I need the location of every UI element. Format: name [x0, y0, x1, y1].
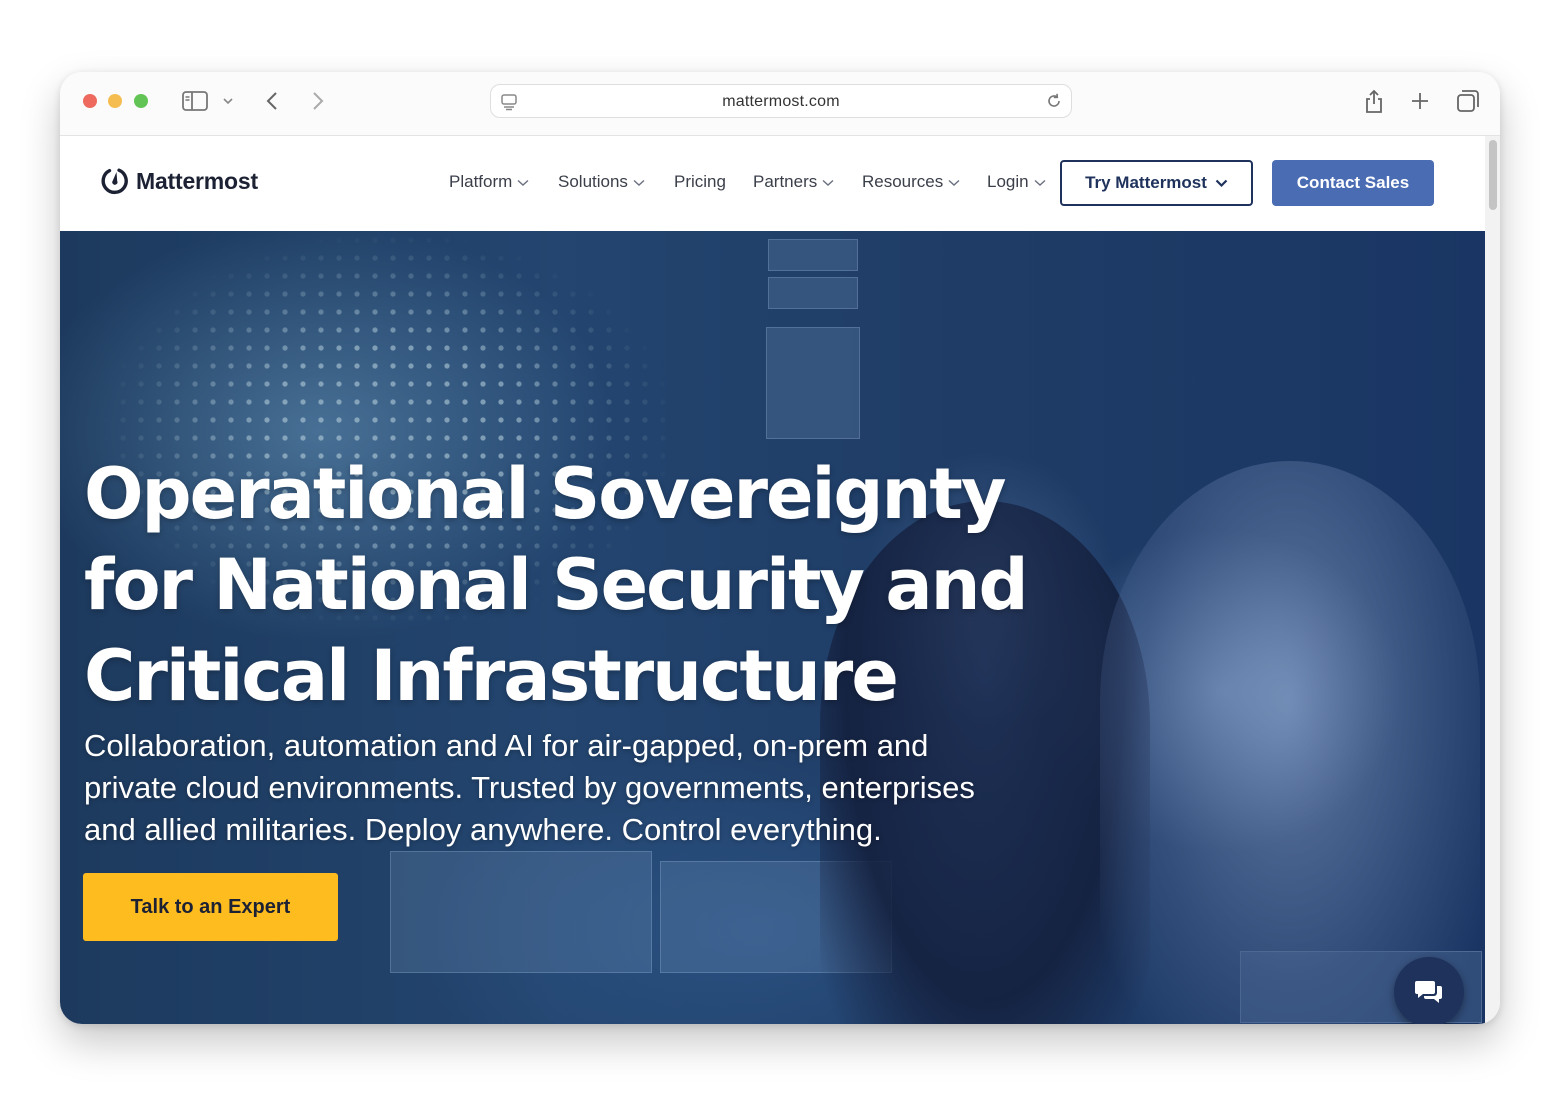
scrollbar-track[interactable] — [1485, 136, 1500, 1024]
hero-title-line: Critical Infrastructure — [84, 635, 899, 717]
talk-to-expert-label: Talk to an Expert — [130, 895, 291, 918]
hero-subtitle: Collaboration, automation and AI for air… — [84, 725, 1044, 851]
plus-icon[interactable] — [1406, 86, 1434, 116]
background-screen — [768, 239, 858, 271]
chevron-down-icon — [822, 179, 834, 186]
reload-icon[interactable] — [1045, 92, 1063, 115]
address-bar[interactable]: mattermost.com — [490, 84, 1072, 118]
chevron-down-icon — [1034, 179, 1046, 186]
nav-item-label: Solutions — [558, 172, 628, 191]
chat-bubbles-icon — [1415, 981, 1442, 1003]
close-window-button[interactable] — [83, 94, 97, 108]
logo-text: Mattermost — [136, 167, 258, 194]
url-text: mattermost.com — [722, 93, 840, 110]
zoom-window-button[interactable] — [134, 94, 148, 108]
hero-section: Operational Sovereignty for National Sec… — [60, 231, 1485, 1024]
hero-title: Operational Sovereignty for National Sec… — [84, 449, 1084, 722]
chevron-down-icon — [517, 179, 529, 186]
chevron-down-icon[interactable] — [220, 86, 236, 116]
background-screen — [768, 277, 858, 309]
chevron-right-icon[interactable] — [306, 86, 330, 116]
nav-item-resources[interactable]: Resources — [862, 172, 960, 192]
browser-toolbar: mattermost.com — [60, 72, 1500, 136]
chevron-down-icon — [633, 179, 645, 186]
nav-item-label: Resources — [862, 172, 944, 191]
mattermost-logo-icon — [101, 168, 128, 195]
hero-subtitle-line: private cloud environments. Trusted by g… — [84, 770, 975, 805]
nav-item-label: Platform — [449, 172, 513, 191]
try-mattermost-label: Try Mattermost — [1085, 173, 1207, 192]
nav-item-pricing[interactable]: Pricing — [674, 172, 726, 192]
background-monitor — [390, 851, 652, 973]
minimize-window-button[interactable] — [108, 94, 122, 108]
nav-item-login[interactable]: Login — [987, 172, 1046, 192]
contact-sales-button[interactable]: Contact Sales — [1272, 160, 1434, 206]
hero-title-line: Operational Sovereignty — [84, 453, 1006, 535]
hero-subtitle-line: Collaboration, automation and AI for air… — [84, 728, 929, 763]
contact-sales-label: Contact Sales — [1296, 173, 1410, 192]
browser-window: mattermost.com Mattermost Platform Solut… — [60, 72, 1500, 1024]
chevron-left-icon[interactable] — [260, 86, 284, 116]
nav-item-partners[interactable]: Partners — [753, 172, 834, 192]
nav-item-label: Partners — [753, 172, 818, 191]
tab-overview-icon[interactable] — [1454, 86, 1482, 116]
background-screen — [766, 327, 860, 439]
nav-item-platform[interactable]: Platform — [449, 172, 529, 192]
mattermost-logo[interactable]: Mattermost — [100, 166, 258, 196]
share-icon[interactable] — [1360, 86, 1388, 116]
site-header: Mattermost Platform Solutions Pricing Pa… — [60, 136, 1500, 232]
hero-title-line: for National Security and — [84, 544, 1029, 626]
try-mattermost-button[interactable]: Try Mattermost — [1060, 160, 1253, 206]
talk-to-expert-button[interactable]: Talk to an Expert — [83, 873, 338, 941]
nav-item-solutions[interactable]: Solutions — [558, 172, 645, 192]
hero-subtitle-line: and allied militaries. Deploy anywhere. … — [84, 812, 882, 847]
chat-launcher-button[interactable] — [1394, 957, 1464, 1024]
scrollbar-thumb[interactable] — [1489, 140, 1497, 210]
chevron-down-icon — [948, 179, 960, 186]
nav-item-label: Login — [987, 172, 1029, 191]
nav-item-label: Pricing — [674, 172, 726, 191]
person-silhouette — [1100, 461, 1480, 1024]
chevron-down-icon — [1215, 179, 1228, 187]
sidebar-toggle-icon[interactable] — [180, 86, 210, 116]
